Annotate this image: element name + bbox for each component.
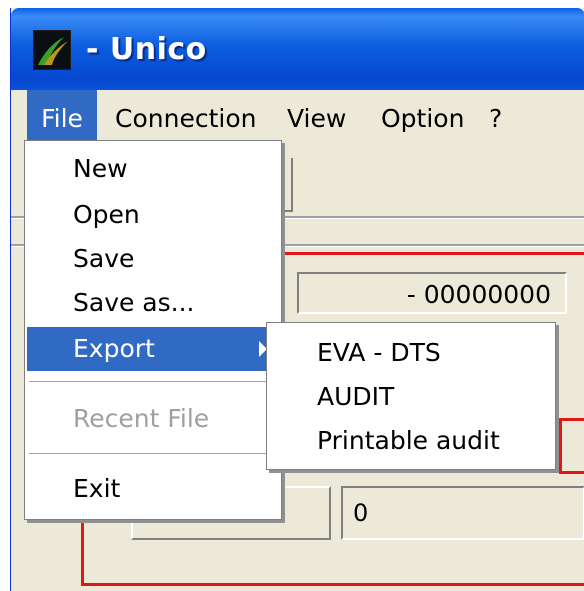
menu-item-recent-file: Recent File: [73, 404, 210, 433]
menu-item-export[interactable]: Export: [27, 327, 279, 371]
menu-item-save-as[interactable]: Save as...: [27, 281, 279, 325]
submenu-item-printable-audit[interactable]: Printable audit: [269, 419, 553, 463]
menu-item-exit[interactable]: Exit: [27, 467, 279, 511]
app-logo-icon: [33, 30, 71, 70]
menu-item-export-label: Export: [73, 334, 155, 363]
red-indicator: [559, 418, 584, 474]
menu-separator: [29, 453, 277, 457]
id-field: - 00000000: [297, 272, 567, 314]
menu-help[interactable]: ?: [489, 90, 502, 148]
window-title: - Unico: [86, 32, 207, 67]
submenu-item-eva-dts[interactable]: EVA - DTS: [269, 331, 553, 375]
value-field: 0: [341, 486, 584, 540]
menu-separator: [29, 381, 277, 385]
title-bar[interactable]: - Unico: [11, 8, 584, 90]
submenu-item-audit[interactable]: AUDIT: [269, 375, 553, 419]
menu-item-new[interactable]: New: [27, 147, 279, 191]
menu-option[interactable]: Option: [381, 90, 464, 148]
export-submenu: EVA - DTS AUDIT Printable audit: [266, 322, 556, 470]
menu-view[interactable]: View: [287, 90, 346, 148]
file-menu-dropdown: New Open Save Save as... Export Recent F…: [24, 140, 282, 520]
menu-item-save[interactable]: Save: [27, 237, 279, 281]
menu-item-open[interactable]: Open: [27, 193, 279, 237]
